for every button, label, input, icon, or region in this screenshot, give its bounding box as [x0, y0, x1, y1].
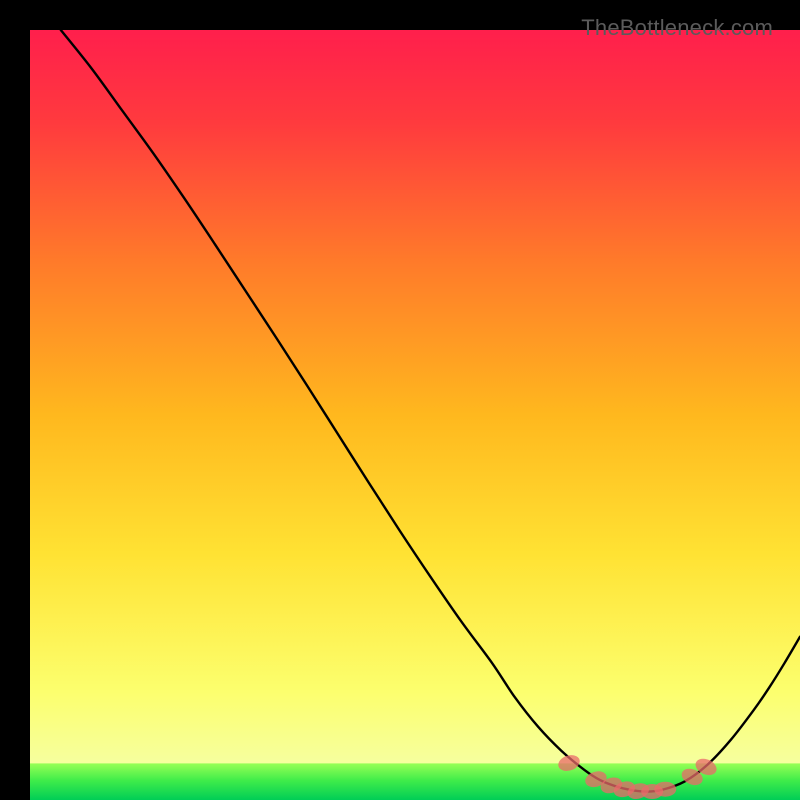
marker-dot: [654, 782, 676, 797]
watermark-text: TheBottleneck.com: [581, 15, 773, 41]
chart-frame: TheBottleneck.com: [15, 15, 785, 785]
chart-svg: [30, 30, 800, 800]
gradient-background: [30, 30, 800, 800]
